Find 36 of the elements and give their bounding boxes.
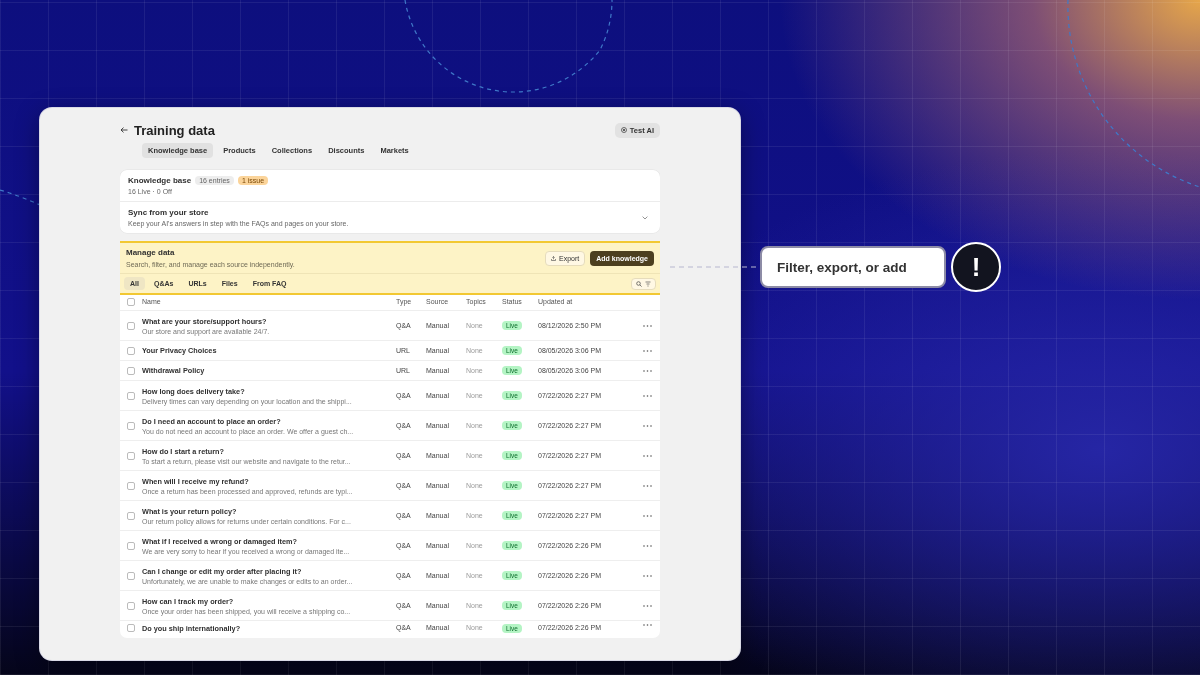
alert-badge: ! (951, 242, 1001, 292)
more-icon[interactable] (642, 369, 652, 372)
back-arrow-icon[interactable] (120, 127, 128, 133)
ai-icon (620, 127, 627, 133)
select-all-checkbox[interactable] (127, 297, 135, 306)
filter-icon[interactable] (645, 280, 651, 287)
chevron-down-icon[interactable] (642, 215, 648, 220)
more-icon[interactable] (642, 324, 652, 327)
row-checkbox[interactable] (127, 366, 135, 375)
callout-label: Filter, export, or add (760, 246, 946, 288)
row-checkbox[interactable] (127, 624, 135, 632)
row-checkbox[interactable] (127, 601, 135, 610)
manage-title: Manage data (126, 248, 176, 257)
more-icon[interactable] (642, 454, 652, 457)
row-checkbox[interactable] (127, 346, 135, 355)
row-checkbox[interactable] (127, 451, 135, 460)
more-icon[interactable] (642, 349, 652, 352)
row-checkbox[interactable] (127, 541, 135, 550)
more-icon[interactable] (642, 544, 652, 547)
row-checkbox[interactable] (127, 511, 135, 520)
card-title: Knowledge base (128, 176, 192, 185)
more-icon[interactable] (642, 604, 652, 607)
upload-icon (551, 255, 557, 261)
more-icon[interactable] (642, 484, 652, 487)
sync-title: Sync from your store (128, 208, 210, 217)
page-title: Training data (134, 122, 215, 138)
row-checkbox[interactable] (127, 321, 135, 330)
search-icon[interactable] (636, 280, 642, 287)
more-icon[interactable] (642, 424, 652, 427)
row-checkbox[interactable] (127, 481, 135, 490)
more-icon[interactable] (642, 394, 652, 397)
more-icon[interactable] (642, 514, 652, 517)
row-checkbox[interactable] (127, 421, 135, 430)
row-checkbox[interactable] (127, 571, 135, 580)
row-checkbox[interactable] (127, 391, 135, 400)
more-icon[interactable] (642, 574, 652, 577)
